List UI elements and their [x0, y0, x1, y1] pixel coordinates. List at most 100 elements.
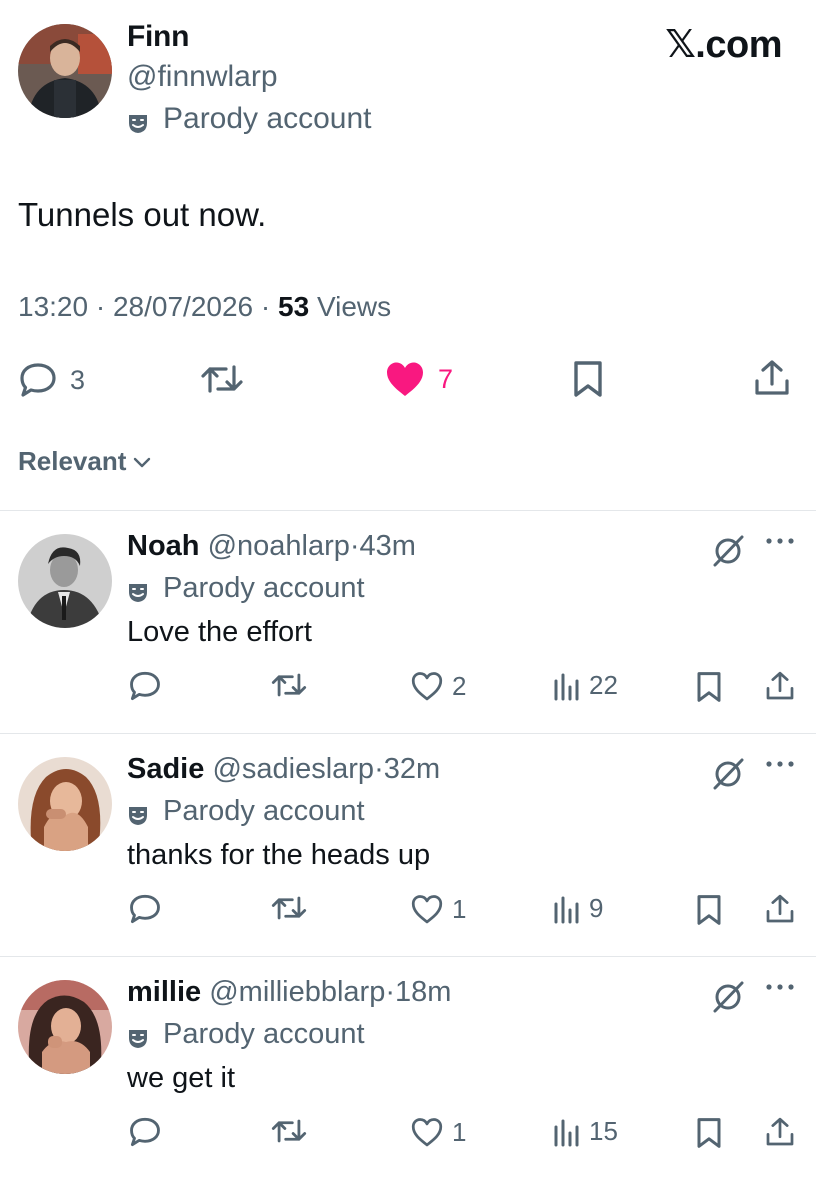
- repost-button[interactable]: [270, 893, 308, 923]
- post-meta: 13:20 · 28/07/2026 · 53 Views: [18, 291, 391, 323]
- parody-account-label: Parody account: [127, 102, 371, 136]
- reply-author-name[interactable]: Sadie: [127, 753, 204, 785]
- views-button[interactable]: 22: [553, 670, 618, 701]
- reply-author-handle[interactable]: @milliebblarp: [209, 976, 385, 1008]
- like-count: 7: [438, 363, 454, 394]
- repost-arrows-icon: [271, 673, 307, 697]
- reply-time[interactable]: 43m: [360, 530, 416, 562]
- view-count: 22: [589, 670, 618, 700]
- share-button[interactable]: [764, 1116, 796, 1148]
- parody-text: Parody account: [163, 102, 372, 135]
- repost-arrows-icon: [271, 896, 307, 920]
- reply-header: Sadie @sadieslarp·32m: [127, 753, 440, 786]
- heart-icon: [411, 895, 443, 924]
- parody-text: Parody account: [163, 572, 365, 604]
- share-button[interactable]: [752, 358, 792, 398]
- reply-avatar[interactable]: [18, 757, 112, 851]
- repost-button[interactable]: [270, 1116, 308, 1146]
- reply-author-handle[interactable]: @sadieslarp: [212, 753, 374, 785]
- reply-button[interactable]: [128, 670, 162, 702]
- post-date[interactable]: 28/07/2026: [113, 291, 253, 322]
- time-separator: ·: [385, 976, 396, 1008]
- bar-chart-icon: [554, 673, 579, 700]
- like-count: 1: [452, 893, 467, 924]
- more-dots-icon: [766, 538, 794, 544]
- heart-icon: [387, 362, 423, 396]
- more-options-button[interactable]: [764, 757, 796, 775]
- share-upload-icon: [755, 360, 789, 395]
- heart-icon: [411, 1118, 443, 1147]
- reply-tweet[interactable]: Sadie @sadieslarp·32m Parody account tha…: [0, 735, 816, 957]
- divider: [0, 956, 816, 957]
- bookmark-icon: [697, 1118, 721, 1148]
- like-count: 2: [452, 670, 467, 701]
- grok-icon: [713, 535, 744, 567]
- bar-chart-icon: [554, 1119, 579, 1146]
- divider: [0, 733, 816, 734]
- bookmark-button[interactable]: [570, 359, 606, 399]
- views-count: 53: [278, 291, 310, 322]
- grok-icon: [713, 981, 744, 1013]
- tweet-detail-page: Finn @finnwlarp Parody account 𝕏.com Tun…: [0, 0, 816, 1200]
- reply-button[interactable]: 3: [18, 361, 85, 399]
- like-count: 1: [452, 1116, 467, 1147]
- like-button[interactable]: 2: [410, 670, 466, 702]
- bookmark-icon: [574, 361, 602, 397]
- reply-author-handle[interactable]: @noahlarp: [208, 530, 350, 562]
- like-button[interactable]: 1: [410, 893, 466, 925]
- sort-dropdown[interactable]: Relevant: [18, 446, 152, 477]
- parody-account-label: Parody account: [127, 795, 365, 828]
- reply-time[interactable]: 18m: [395, 976, 451, 1008]
- post-time[interactable]: 13:20: [18, 291, 88, 322]
- reply-button[interactable]: [128, 893, 162, 925]
- repost-button[interactable]: [199, 361, 245, 397]
- post-text: Tunnels out now.: [18, 196, 267, 233]
- bookmark-button[interactable]: [694, 1116, 724, 1150]
- share-button[interactable]: [764, 893, 796, 925]
- parody-account-label: Parody account: [127, 572, 365, 605]
- bookmark-button[interactable]: [694, 670, 724, 704]
- more-dots-icon: [766, 984, 794, 990]
- reply-tweet[interactable]: Noah @noahlarp·43m Parody account Love t…: [0, 512, 816, 734]
- reply-avatar[interactable]: [18, 980, 112, 1074]
- like-button[interactable]: 1: [410, 1116, 466, 1148]
- reply-time[interactable]: 32m: [384, 753, 440, 785]
- repost-arrows-icon: [201, 365, 243, 393]
- reply-avatar[interactable]: [18, 534, 112, 628]
- grok-button[interactable]: [711, 980, 745, 1019]
- views-button[interactable]: 15: [553, 1116, 618, 1147]
- author-avatar[interactable]: [18, 24, 112, 118]
- more-options-button[interactable]: [764, 980, 796, 998]
- speech-bubble-icon: [20, 363, 56, 397]
- reply-header: millie @milliebblarp·18m: [127, 976, 451, 1009]
- bookmark-icon: [697, 672, 721, 702]
- theater-mask-icon: [127, 108, 149, 133]
- meta-separator: ·: [260, 291, 278, 322]
- author-handle[interactable]: @finnwlarp: [127, 60, 278, 94]
- bookmark-icon: [697, 895, 721, 925]
- reply-author-name[interactable]: Noah: [127, 530, 200, 562]
- reply-text: we get it: [127, 1062, 235, 1094]
- share-upload-icon: [766, 671, 794, 700]
- share-button[interactable]: [764, 670, 796, 702]
- view-count: 9: [589, 893, 604, 923]
- views-button[interactable]: 9: [553, 893, 603, 924]
- grok-button[interactable]: [711, 757, 745, 796]
- author-name[interactable]: Finn: [127, 20, 189, 54]
- heart-icon: [411, 672, 443, 701]
- share-upload-icon: [766, 894, 794, 923]
- chevron-down-icon: [134, 457, 151, 467]
- grok-button[interactable]: [711, 534, 745, 573]
- bookmark-button[interactable]: [694, 893, 724, 927]
- reply-tweet[interactable]: millie @milliebblarp·18m Parody account …: [0, 958, 816, 1180]
- reply-author-name[interactable]: millie: [127, 976, 201, 1008]
- time-separator: ·: [374, 753, 384, 785]
- view-count: 15: [589, 1116, 618, 1146]
- speech-bubble-icon: [130, 1117, 160, 1147]
- repost-button[interactable]: [270, 670, 308, 700]
- parody-text: Parody account: [163, 795, 365, 827]
- like-button[interactable]: 7: [384, 360, 453, 398]
- views-label: Views: [316, 291, 392, 322]
- more-options-button[interactable]: [764, 534, 796, 552]
- reply-button[interactable]: [128, 1116, 162, 1148]
